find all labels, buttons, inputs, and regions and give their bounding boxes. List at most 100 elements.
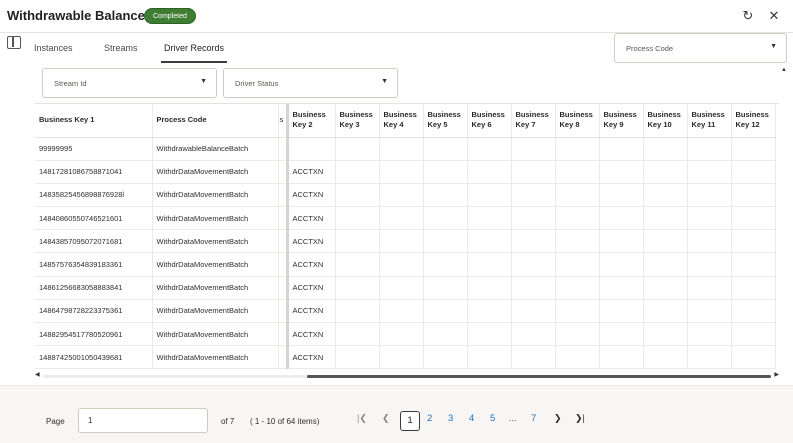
table-cell [511, 345, 556, 370]
page-button-2[interactable]: 2 [427, 413, 432, 424]
table-row[interactable]: 14882954517780520961 WithdrDataMovementBa… [35, 322, 776, 347]
previous-page-icon[interactable]: ❮ [382, 413, 390, 424]
table-row[interactable]: 14835825456898876928l WithdrDataMovementB… [35, 183, 776, 208]
table-cell [731, 137, 776, 161]
table-cell [599, 345, 644, 370]
close-icon[interactable]: ✕ [766, 8, 782, 24]
table-cell [467, 229, 512, 254]
chevron-down-icon: ▼ [200, 78, 207, 85]
column-header[interactable]: Business Key 6 [467, 104, 512, 138]
page-button-3[interactable]: 3 [448, 413, 453, 424]
page-count-label: of 7 [221, 417, 235, 426]
business-key-2-cell: ACCTXN [287, 160, 336, 184]
process-code-cell: WithdrDataMovementBatch [152, 276, 279, 300]
process-code-select[interactable]: Process Code ▼ [614, 33, 787, 63]
first-page-icon[interactable]: |❮ [357, 413, 367, 424]
column-header[interactable]: Business Key 4 [379, 104, 424, 138]
table-cell [467, 322, 512, 347]
scrollbar-thumb[interactable] [307, 375, 771, 378]
driver-status-label: Driver Status [235, 79, 279, 88]
driver-status-select[interactable]: Driver Status ▼ [223, 68, 398, 98]
horizontal-scrollbar[interactable]: ◀ ▶ [35, 371, 779, 380]
table-row[interactable]: 14843857095072071681 WithdrDataMovementBa… [35, 229, 776, 254]
table-cell [643, 183, 688, 208]
business-key-2-cell: ACCTXN [287, 229, 336, 254]
column-header[interactable]: Business Key 8 [555, 104, 600, 138]
table-cell [555, 183, 600, 208]
table-cell [731, 252, 776, 277]
frozen-divider [278, 276, 289, 300]
item-range-label: ( 1 - 10 of 64 items) [250, 417, 320, 426]
table-cell [335, 183, 380, 208]
table-row[interactable]: 14840860550746521601 WithdrDataMovementBa… [35, 206, 776, 231]
table-cell [467, 206, 512, 231]
column-header[interactable]: Process Code [152, 104, 279, 138]
chevron-down-icon: ▼ [770, 43, 777, 50]
tab-driver-records[interactable]: Driver Records [160, 40, 228, 63]
column-header[interactable]: Business Key 3 [335, 104, 380, 138]
table-cell [423, 276, 468, 300]
business-key-1-cell: 14840860550746521601 [35, 206, 153, 231]
table-row[interactable]: 99999995 WithdrawableBalanceBatch [35, 137, 776, 161]
column-header[interactable]: Business Key 10 [643, 104, 688, 138]
business-key-1-cell: 14864798728223375361 [35, 299, 153, 324]
table-row[interactable]: 14887425001050439681 WithdrDataMovementBa… [35, 345, 776, 370]
last-page-icon[interactable]: ❯| [575, 413, 585, 424]
process-code-cell: WithdrDataMovementBatch [152, 322, 279, 347]
frozen-divider [278, 137, 289, 161]
tab-instances[interactable]: Instances [34, 40, 73, 62]
table-cell [511, 137, 556, 161]
table-cell [511, 252, 556, 277]
table-cell [643, 160, 688, 184]
scroll-right-icon[interactable]: ▶ [774, 371, 779, 378]
table-row[interactable]: 14861256683058883841 WithdrDataMovementBa… [35, 276, 776, 300]
table-cell [379, 160, 424, 184]
process-code-cell: WithdrDataMovementBatch [152, 183, 279, 208]
scroll-left-icon[interactable]: ◀ [35, 371, 40, 378]
table-row[interactable]: 14857576354839183361 WithdrDataMovementBa… [35, 252, 776, 277]
table-cell [731, 183, 776, 208]
page-input[interactable]: 1 [78, 408, 208, 433]
table-cell [687, 299, 732, 324]
refresh-icon[interactable]: ↻ [740, 8, 756, 24]
frozen-divider [278, 299, 289, 324]
column-header[interactable]: Business Key 2 [287, 104, 336, 138]
business-key-2-cell: ACCTXN [287, 206, 336, 231]
column-header[interactable]: Business Key 12 [731, 104, 776, 138]
column-header[interactable]: Business Key 7 [511, 104, 556, 138]
table-row[interactable]: 14864798728223375361 WithdrDataMovementBa… [35, 299, 776, 324]
scroll-up-icon[interactable]: ▲ [781, 67, 787, 73]
page-button-1[interactable]: 1 [400, 411, 420, 431]
page-ellipsis: ... [509, 413, 517, 423]
column-header[interactable]: Business Key 5 [423, 104, 468, 138]
table-cell [467, 252, 512, 277]
table-cell [335, 276, 380, 300]
table-row[interactable]: 14817281086758871041 WithdrDataMovementBa… [35, 160, 776, 184]
column-header[interactable]: Business Key 11 [687, 104, 732, 138]
table-cell [335, 137, 380, 161]
tab-streams[interactable]: Streams [104, 40, 138, 62]
table-cell [731, 322, 776, 347]
page-button-7[interactable]: 7 [531, 413, 536, 424]
table-cell [731, 160, 776, 184]
stream-id-select[interactable]: Stream Id ▼ [42, 68, 217, 98]
table-cell [555, 229, 600, 254]
page-button-4[interactable]: 4 [469, 413, 474, 424]
page-button-5[interactable]: 5 [490, 413, 495, 424]
table-cell [599, 137, 644, 161]
table-cell [731, 276, 776, 300]
column-header[interactable]: Business Key 1 [35, 104, 153, 138]
business-key-1-cell: 14835825456898876928l [35, 183, 153, 208]
table-cell [379, 276, 424, 300]
table-cell [335, 229, 380, 254]
process-code-cell: WithdrawableBalanceBatch [152, 137, 279, 161]
column-header[interactable]: Business Key 9 [599, 104, 644, 138]
panel-toggle-icon[interactable] [7, 36, 21, 49]
table-cell [379, 345, 424, 370]
table-cell [467, 137, 512, 161]
table-cell [335, 299, 380, 324]
business-key-2-cell [287, 137, 336, 161]
next-page-icon[interactable]: ❯ [554, 413, 562, 424]
table-cell [599, 229, 644, 254]
table-cell [687, 206, 732, 231]
